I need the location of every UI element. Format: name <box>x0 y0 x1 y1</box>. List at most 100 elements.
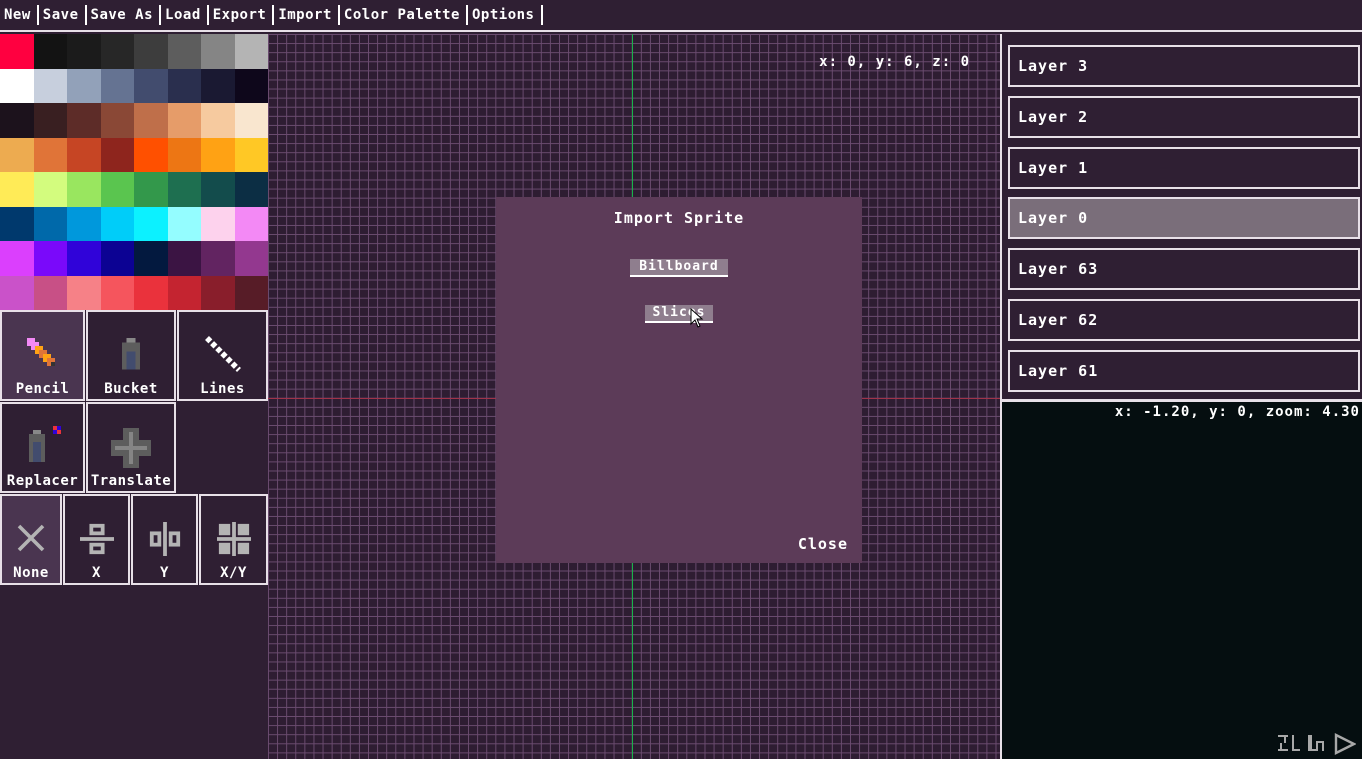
color-swatch[interactable] <box>134 68 168 103</box>
color-swatch[interactable] <box>201 206 235 241</box>
translate-tool-button[interactable]: Translate <box>86 402 176 493</box>
color-swatch[interactable] <box>67 172 101 207</box>
color-swatch[interactable] <box>201 103 235 138</box>
color-swatch[interactable] <box>67 68 101 103</box>
color-swatch[interactable] <box>234 172 268 207</box>
layer-item-active[interactable]: Layer 0 <box>1008 197 1360 239</box>
color-swatch[interactable] <box>134 206 168 241</box>
menu-save[interactable]: Save <box>39 5 87 25</box>
mirror-xy-button[interactable]: X/Y <box>199 494 268 585</box>
color-swatch[interactable] <box>201 137 235 172</box>
layer-item[interactable]: Layer 2 <box>1008 96 1360 138</box>
dialog-close-button[interactable]: Close <box>798 535 848 553</box>
color-swatch[interactable] <box>201 68 235 103</box>
lines-tool-button[interactable]: Lines <box>177 310 268 401</box>
color-swatch[interactable] <box>167 137 201 172</box>
color-swatch[interactable] <box>0 275 34 310</box>
color-swatch[interactable] <box>0 172 34 207</box>
layer-item[interactable]: Layer 63 <box>1008 248 1360 290</box>
color-swatch[interactable] <box>167 172 201 207</box>
color-swatch[interactable] <box>100 275 134 310</box>
menu-new[interactable]: New <box>0 5 39 25</box>
layer-item[interactable]: Layer 3 <box>1008 45 1360 87</box>
color-swatch[interactable] <box>134 103 168 138</box>
mouse-cursor-icon <box>690 308 704 328</box>
menu-load[interactable]: Load <box>161 5 209 25</box>
menu-bar: New Save Save As Load Export Import Colo… <box>0 0 1362 32</box>
color-swatch[interactable] <box>33 34 67 69</box>
color-swatch[interactable] <box>33 137 67 172</box>
menu-options[interactable]: Options <box>468 5 543 25</box>
color-swatch[interactable] <box>201 275 235 310</box>
color-swatch[interactable] <box>100 137 134 172</box>
color-swatch[interactable] <box>0 241 34 276</box>
billboard-button[interactable]: Billboard <box>630 259 728 277</box>
menu-export[interactable]: Export <box>209 5 275 25</box>
3d-preview[interactable]: x: -1.20, y: 0, zoom: 4.30 <box>1000 402 1362 759</box>
color-swatch[interactable] <box>234 34 268 69</box>
replacer-tool-button[interactable]: Replacer <box>0 402 85 493</box>
pencil-tool-button[interactable]: Pencil <box>0 310 85 401</box>
play-icon[interactable] <box>1334 733 1356 755</box>
layer-item[interactable]: Layer 62 <box>1008 299 1360 341</box>
view-percent-icon[interactable] <box>1306 733 1328 755</box>
color-swatch[interactable] <box>134 34 168 69</box>
layer-item[interactable]: Layer 61 <box>1008 350 1360 392</box>
color-swatch[interactable] <box>100 241 134 276</box>
color-swatch[interactable] <box>134 275 168 310</box>
menu-import[interactable]: Import <box>274 5 340 25</box>
color-swatch[interactable] <box>134 137 168 172</box>
color-swatch[interactable] <box>100 34 134 69</box>
menu-save-as[interactable]: Save As <box>87 5 162 25</box>
color-swatch[interactable] <box>33 172 67 207</box>
color-swatch[interactable] <box>100 103 134 138</box>
color-swatch[interactable] <box>0 34 34 69</box>
layer-item[interactable]: Layer 1 <box>1008 147 1360 189</box>
color-swatch[interactable] <box>234 241 268 276</box>
color-swatch[interactable] <box>234 137 268 172</box>
color-swatch[interactable] <box>67 137 101 172</box>
bucket-tool-button[interactable]: Bucket <box>86 310 176 401</box>
menu-color-palette[interactable]: Color Palette <box>340 5 468 25</box>
preview-controls <box>1278 733 1356 755</box>
color-swatch[interactable] <box>167 103 201 138</box>
view-zl-icon[interactable] <box>1278 733 1300 755</box>
color-swatch[interactable] <box>201 172 235 207</box>
color-swatch[interactable] <box>0 68 34 103</box>
mirror-y-button[interactable]: Y <box>131 494 198 585</box>
mirror-none-button[interactable]: None <box>0 494 62 585</box>
color-swatch[interactable] <box>201 34 235 69</box>
color-swatch[interactable] <box>67 103 101 138</box>
color-swatch[interactable] <box>0 206 34 241</box>
color-swatch[interactable] <box>100 206 134 241</box>
color-swatch[interactable] <box>33 103 67 138</box>
color-swatch[interactable] <box>67 206 101 241</box>
color-swatch[interactable] <box>201 241 235 276</box>
canvas-coordinates: x: 0, y: 6, z: 0 <box>819 54 970 70</box>
color-swatch[interactable] <box>167 241 201 276</box>
color-swatch[interactable] <box>234 68 268 103</box>
color-swatch[interactable] <box>167 68 201 103</box>
mirror-xy-label: X/Y <box>220 565 247 581</box>
color-swatch[interactable] <box>167 34 201 69</box>
color-swatch[interactable] <box>0 103 34 138</box>
color-swatch[interactable] <box>33 206 67 241</box>
color-swatch[interactable] <box>134 241 168 276</box>
color-swatch[interactable] <box>167 275 201 310</box>
color-swatch[interactable] <box>67 34 101 69</box>
color-swatch[interactable] <box>167 206 201 241</box>
color-swatch[interactable] <box>100 172 134 207</box>
color-swatch[interactable] <box>67 241 101 276</box>
mirror-x-button[interactable]: X <box>63 494 130 585</box>
color-swatch[interactable] <box>67 275 101 310</box>
color-swatch[interactable] <box>33 275 67 310</box>
color-swatch[interactable] <box>33 68 67 103</box>
lines-label: Lines <box>200 381 245 397</box>
color-swatch[interactable] <box>234 206 268 241</box>
color-swatch[interactable] <box>134 172 168 207</box>
color-swatch[interactable] <box>33 241 67 276</box>
color-swatch[interactable] <box>234 103 268 138</box>
color-swatch[interactable] <box>100 68 134 103</box>
color-swatch[interactable] <box>0 137 34 172</box>
color-swatch[interactable] <box>234 275 268 310</box>
